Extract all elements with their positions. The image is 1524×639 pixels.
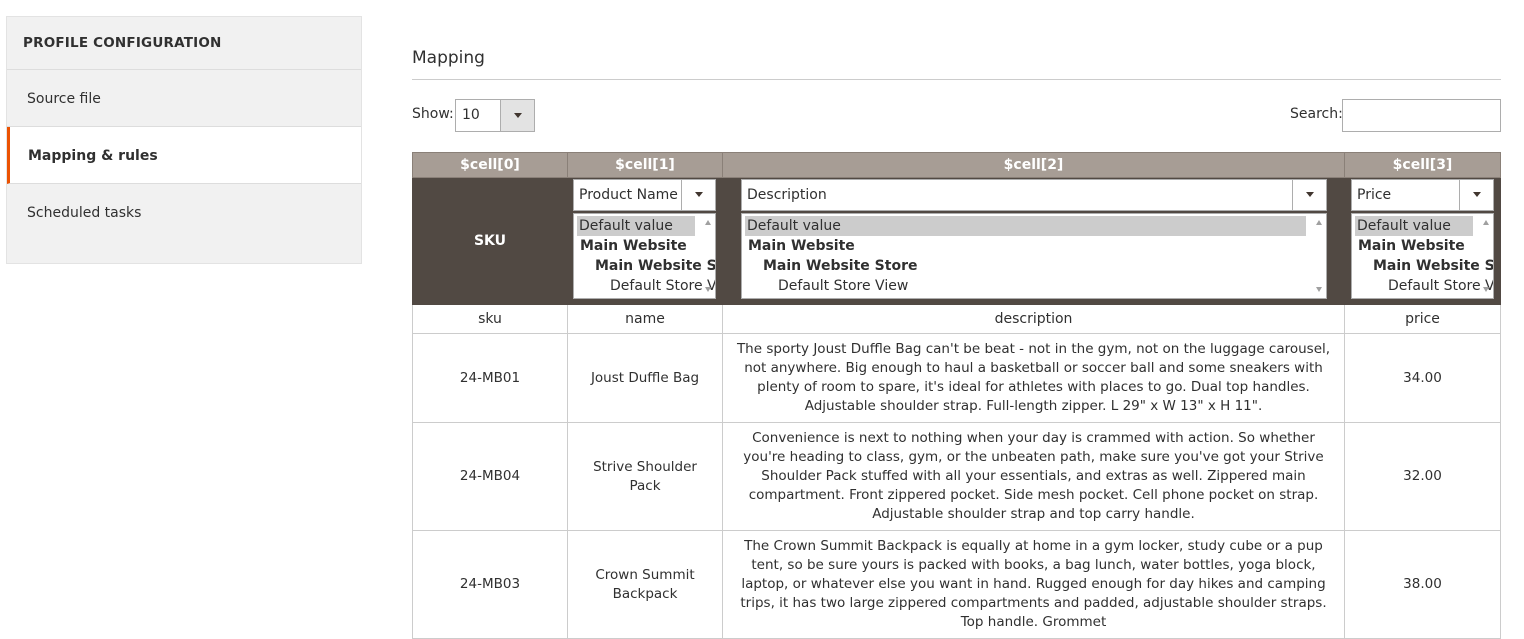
mapping-table: $cell[0] $cell[1] $cell[2] $cell[3] SKU … <box>412 152 1501 639</box>
store-scope-list-price[interactable]: Default value Main Website Main Website … <box>1351 213 1494 299</box>
scroll-up-icon[interactable] <box>1316 220 1322 225</box>
page-size-dropdown-button[interactable] <box>500 100 534 131</box>
attribute-select-value: Price <box>1357 187 1392 203</box>
attribute-dropdown-button[interactable] <box>1459 180 1493 210</box>
chevron-down-icon <box>695 192 703 197</box>
price-cell: 38.00 <box>1344 530 1501 639</box>
scope-option[interactable]: Main Website <box>1352 236 1493 256</box>
scope-option[interactable]: Main Website Store <box>742 256 1326 276</box>
description-cell: The Crown Summit Backpack is equally at … <box>722 530 1345 639</box>
section-divider <box>412 79 1501 80</box>
scope-option[interactable]: Main Website <box>742 236 1326 256</box>
store-scope-list-description[interactable]: Default value Main Website Main Website … <box>741 213 1327 299</box>
scope-option[interactable]: Default Store View <box>1352 276 1493 296</box>
scroll-down-icon[interactable] <box>1483 287 1489 292</box>
source-key: name <box>567 304 723 334</box>
sku-mapping-cell: SKU <box>412 177 568 305</box>
chevron-down-icon <box>514 113 522 118</box>
scroll-down-icon[interactable] <box>1316 287 1322 292</box>
scroll-down-icon[interactable] <box>705 287 711 292</box>
sku-label: SKU <box>473 233 507 249</box>
source-key-row: sku name description price <box>412 304 1501 334</box>
scroll-up-icon[interactable] <box>1483 220 1489 225</box>
search-input[interactable] <box>1342 99 1501 132</box>
store-scope-list-name[interactable]: Default value Main Website Main Website … <box>573 213 716 299</box>
scope-option[interactable]: Default value <box>1355 216 1473 236</box>
sidebar-item-mapping-rules[interactable]: Mapping & rules <box>7 127 361 184</box>
price-mapping-cell: Price Default value Main Website Main We… <box>1344 177 1501 305</box>
attribute-select-price[interactable]: Price <box>1351 179 1494 211</box>
scope-option[interactable]: Default value <box>745 216 1306 236</box>
chevron-down-icon <box>1306 192 1314 197</box>
table-row: 24-MB03 Crown Summit Backpack The Crown … <box>412 530 1501 639</box>
column-header: $cell[2] <box>722 152 1345 178</box>
attribute-select-description[interactable]: Description <box>741 179 1327 211</box>
sku-cell: 24-MB03 <box>412 530 568 639</box>
sidebar-item-label: Scheduled tasks <box>27 205 142 221</box>
source-key: sku <box>412 304 568 334</box>
mapping-row: SKU Product Name Default value Main Webs… <box>412 177 1501 305</box>
profile-configuration-panel: PROFILE CONFIGURATION Source file Mappin… <box>6 16 362 264</box>
scope-option[interactable]: Main Website Store <box>1352 256 1493 276</box>
section-title: Mapping <box>412 48 485 68</box>
sku-cell: 24-MB04 <box>412 422 568 531</box>
attribute-select-value: Description <box>747 187 827 203</box>
sidebar-title: PROFILE CONFIGURATION <box>7 17 361 70</box>
price-cell: 32.00 <box>1344 422 1501 531</box>
scope-option[interactable]: Main Website <box>574 236 715 256</box>
table-row: 24-MB04 Strive Shoulder Pack Convenience… <box>412 422 1501 531</box>
attribute-select-name[interactable]: Product Name <box>573 179 716 211</box>
source-key: price <box>1344 304 1501 334</box>
description-cell: The sporty Joust Duffle Bag can't be bea… <box>722 333 1345 423</box>
sidebar-item-source-file[interactable]: Source file <box>7 70 361 127</box>
attribute-dropdown-button[interactable] <box>681 180 715 210</box>
name-cell: Crown Summit Backpack <box>567 530 723 639</box>
sku-cell: 24-MB01 <box>412 333 568 423</box>
scope-option[interactable]: Default Store View <box>574 276 715 296</box>
show-label: Show: <box>412 106 454 122</box>
column-header: $cell[3] <box>1344 152 1501 178</box>
scope-option[interactable]: Default Store View <box>742 276 1326 296</box>
page-size-value: 10 <box>462 107 480 123</box>
sidebar-item-label: Mapping & rules <box>28 148 158 164</box>
search-label: Search: <box>1290 106 1343 122</box>
chevron-down-icon <box>1473 192 1481 197</box>
scroll-up-icon[interactable] <box>705 220 711 225</box>
scope-option[interactable]: Main Website Store <box>574 256 715 276</box>
column-header: $cell[1] <box>567 152 723 178</box>
table-row: 24-MB01 Joust Duffle Bag The sporty Jous… <box>412 333 1501 423</box>
attribute-select-value: Product Name <box>579 187 678 203</box>
attribute-dropdown-button[interactable] <box>1292 180 1326 210</box>
cell-header-row: $cell[0] $cell[1] $cell[2] $cell[3] <box>412 152 1501 178</box>
name-cell: Strive Shoulder Pack <box>567 422 723 531</box>
price-cell: 34.00 <box>1344 333 1501 423</box>
source-key: description <box>722 304 1345 334</box>
page-size-select[interactable]: 10 <box>455 99 535 132</box>
sidebar-item-label: Source file <box>27 91 101 107</box>
scope-option[interactable]: Default value <box>577 216 695 236</box>
column-header: $cell[0] <box>412 152 568 178</box>
name-cell: Joust Duffle Bag <box>567 333 723 423</box>
description-mapping-cell: Description Default value Main Website M… <box>722 177 1345 305</box>
name-mapping-cell: Product Name Default value Main Website … <box>567 177 723 305</box>
description-cell: Convenience is next to nothing when your… <box>722 422 1345 531</box>
sidebar-item-scheduled-tasks[interactable]: Scheduled tasks <box>7 184 361 241</box>
